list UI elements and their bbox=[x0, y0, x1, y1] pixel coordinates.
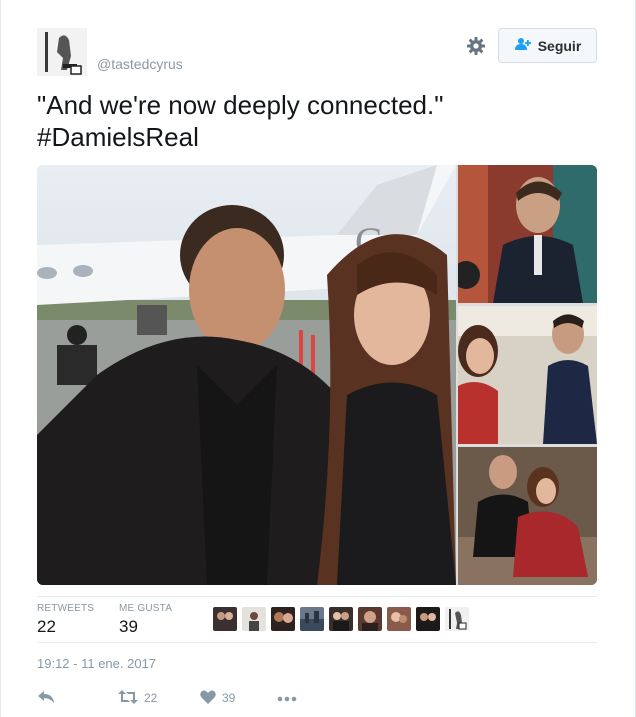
likes-label[interactable]: ME GUSTA bbox=[119, 603, 172, 614]
follow-label: Seguir bbox=[537, 37, 582, 54]
liker-avatar[interactable] bbox=[300, 607, 324, 631]
reply-icon bbox=[37, 690, 55, 707]
retweets-count[interactable]: 22 bbox=[37, 617, 56, 637]
liker-avatar[interactable] bbox=[271, 607, 295, 631]
liker-avatar[interactable] bbox=[329, 607, 353, 631]
liker-avatar[interactable] bbox=[213, 607, 237, 631]
user-handle[interactable]: @tastedcyrus bbox=[97, 56, 183, 72]
heart-icon bbox=[200, 690, 216, 707]
media-photo-4[interactable] bbox=[458, 447, 597, 585]
liker-avatar[interactable] bbox=[387, 607, 411, 631]
avatar[interactable] bbox=[37, 28, 87, 76]
likes-count[interactable]: 39 bbox=[119, 617, 138, 637]
follow-button[interactable]: Seguir bbox=[498, 28, 597, 63]
divider bbox=[37, 642, 597, 643]
more-icon bbox=[277, 691, 297, 705]
media-grid: G bbox=[37, 165, 597, 585]
divider bbox=[37, 596, 597, 597]
media-photo-main[interactable]: G bbox=[37, 165, 456, 585]
like-count: 39 bbox=[222, 691, 236, 705]
gear-icon[interactable] bbox=[464, 34, 488, 58]
more-button[interactable] bbox=[277, 688, 297, 708]
retweet-button[interactable]: 22 bbox=[118, 688, 157, 708]
retweets-label[interactable]: RETWEETS bbox=[37, 603, 94, 614]
like-button[interactable]: 39 bbox=[200, 688, 235, 708]
likers-avatars bbox=[213, 607, 469, 631]
retweet-icon bbox=[118, 689, 138, 707]
liker-avatar[interactable] bbox=[358, 607, 382, 631]
add-user-icon bbox=[514, 37, 532, 54]
liker-avatar[interactable] bbox=[445, 607, 469, 631]
tweet-text: "And we're now deeply connected." #Damie… bbox=[37, 89, 597, 153]
liker-avatar[interactable] bbox=[416, 607, 440, 631]
media-photo-2[interactable] bbox=[452, 165, 597, 303]
tweet-timestamp[interactable]: 19:12 - 11 ene. 2017 bbox=[37, 656, 156, 671]
tweet-card: @tastedcyrus Seguir "And we're now deepl… bbox=[0, 0, 636, 717]
hashtag-link[interactable]: #DamielsReal bbox=[37, 121, 597, 153]
tweet-text-line: "And we're now deeply connected." bbox=[37, 90, 444, 120]
liker-avatar[interactable] bbox=[242, 607, 266, 631]
reply-button[interactable] bbox=[37, 688, 55, 708]
retweet-count: 22 bbox=[144, 691, 158, 705]
media-photo-3[interactable] bbox=[458, 306, 597, 444]
